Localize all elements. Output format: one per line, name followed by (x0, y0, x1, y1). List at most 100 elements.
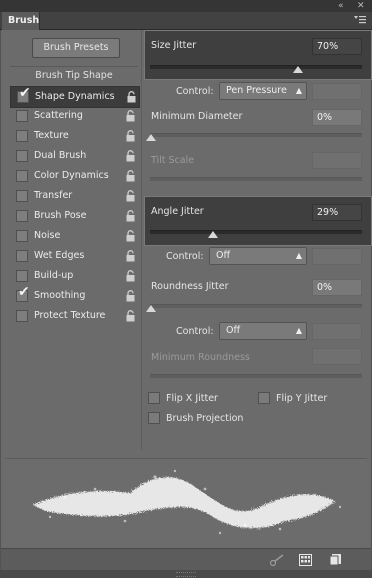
checkbox[interactable] (16, 170, 28, 182)
roundness-control-label: Control: (176, 326, 214, 337)
size-control-extra-field (312, 83, 362, 100)
checkbox[interactable] (16, 190, 28, 202)
sidebar-item-build-up[interactable]: Build-up (10, 266, 138, 286)
checkbox[interactable] (16, 230, 28, 242)
angle-jitter-slider[interactable] (150, 230, 362, 234)
roundness-jitter-slider[interactable] (150, 304, 362, 308)
sidebar-item-noise[interactable]: Noise (10, 226, 138, 246)
dropdown-arrows-icon: ▲ (295, 86, 302, 95)
stroke-preview-graphic (33, 469, 342, 535)
lock-icon[interactable] (125, 230, 136, 242)
lock-icon[interactable] (125, 250, 136, 262)
size-jitter-value[interactable]: 70% (312, 38, 362, 55)
sidebar-item-shape-dynamics[interactable]: ✔ Shape Dynamics (10, 86, 140, 108)
dropdown-arrows-icon: ▲ (295, 326, 302, 335)
min-diameter-value[interactable]: 0% (312, 109, 362, 126)
double-left-arrow-icon[interactable]: « (338, 0, 344, 12)
sidebar-item-label: Build-up (34, 270, 74, 281)
lock-icon[interactable] (125, 290, 136, 302)
sidebar-item-label: Smoothing (34, 290, 86, 301)
brush-projection-label: Brush Projection (166, 413, 244, 424)
sidebar-item-scattering[interactable]: Scattering (10, 106, 138, 126)
sidebar-item-label: Dual Brush (34, 150, 87, 161)
checkbox[interactable]: ✔ (17, 86, 31, 103)
roundness-jitter-slider-thumb[interactable] (146, 305, 156, 312)
min-diameter-slider-thumb[interactable] (146, 134, 156, 141)
angle-jitter-slider-thumb[interactable] (208, 231, 218, 238)
lock-icon[interactable] (125, 170, 136, 182)
flip-y-checkbox[interactable] (258, 392, 270, 404)
brush-tip-shape-item[interactable]: Brush Tip Shape (10, 66, 138, 85)
lock-icon[interactable] (125, 190, 136, 202)
min-diameter-slider[interactable] (150, 133, 362, 137)
size-jitter-slider-thumb[interactable] (293, 66, 303, 73)
roundness-control-extra-field (312, 323, 362, 340)
tab-brush[interactable]: Brush (2, 12, 40, 30)
min-roundness-value (312, 348, 362, 365)
resize-grip[interactable] (0, 570, 372, 578)
sidebar-item-label: Noise (34, 230, 61, 241)
sidebar-item-label: Texture (34, 130, 69, 141)
checkbox[interactable] (16, 110, 28, 122)
sidebar-item-label: Brush Pose (34, 210, 87, 221)
checkbox[interactable] (16, 150, 28, 162)
grid-icon[interactable] (299, 554, 312, 569)
sidebar-item-label: Scattering (34, 110, 83, 121)
checkbox[interactable] (16, 270, 28, 282)
size-jitter-slider[interactable] (150, 65, 362, 69)
checkmark-icon: ✔ (19, 85, 31, 101)
lock-icon[interactable] (125, 110, 136, 122)
checkbox[interactable] (16, 130, 28, 142)
sidebar-item-label: Protect Texture (34, 310, 106, 321)
lock-icon[interactable] (126, 91, 137, 103)
sidebar-item-brush-pose[interactable]: Brush Pose (10, 206, 138, 226)
checkbox[interactable]: ✔ (16, 285, 30, 302)
angle-control-label: Control: (166, 251, 204, 262)
size-control-select[interactable]: Pen Pressure ▲ (219, 82, 307, 100)
sidebar-item-transfer[interactable]: Transfer (10, 186, 138, 206)
sidebar-item-wet-edges[interactable]: Wet Edges (10, 246, 138, 266)
grip-icon (176, 572, 196, 577)
lock-icon[interactable] (125, 150, 136, 162)
flip-x-checkbox[interactable] (148, 392, 160, 404)
brush-stroke-preview (5, 458, 367, 547)
dropdown-arrows-icon: ▲ (295, 251, 302, 260)
sidebar-item-smoothing[interactable]: ✔ Smoothing (10, 285, 138, 306)
close-icon[interactable]: ✕ (357, 0, 365, 12)
size-control-label: Control: (176, 86, 214, 97)
roundness-control-select[interactable]: Off ▲ (219, 322, 307, 340)
title-bar: « ✕ (0, 0, 372, 12)
sidebar-item-texture[interactable]: Texture (10, 126, 138, 146)
brush-presets-button[interactable]: Brush Presets (32, 38, 120, 58)
tilt-scale-label: Tilt Scale (151, 155, 195, 166)
flip-y-label: Flip Y Jitter (276, 393, 328, 404)
lock-icon[interactable] (125, 210, 136, 222)
new-preset-icon[interactable] (329, 553, 342, 569)
angle-jitter-value[interactable]: 29% (312, 204, 362, 221)
min-roundness-label: Minimum Roundness (151, 352, 250, 363)
lock-icon[interactable] (125, 130, 136, 142)
checkbox[interactable] (16, 310, 28, 322)
checkbox[interactable] (16, 250, 28, 262)
lock-icon[interactable] (125, 270, 136, 282)
roundness-control-value: Off (226, 325, 241, 336)
sidebar-item-protect-texture[interactable]: Protect Texture (10, 306, 138, 326)
size-control-value: Pen Pressure (226, 85, 287, 96)
sidebar-item-label: Transfer (34, 190, 73, 201)
column-divider (141, 30, 142, 450)
angle-jitter-label: Angle Jitter (151, 206, 204, 217)
angle-control-extra-field (312, 248, 362, 265)
sidebar-item-dual-brush[interactable]: Dual Brush (10, 146, 138, 166)
roundness-jitter-value[interactable]: 0% (312, 279, 362, 296)
checkmark-icon: ✔ (18, 284, 30, 300)
brush-projection-checkbox[interactable] (148, 412, 160, 424)
panel-menu-icon[interactable] (354, 15, 366, 25)
sidebar-item-color-dynamics[interactable]: Color Dynamics (10, 166, 138, 186)
flip-x-label: Flip X Jitter (166, 393, 218, 404)
angle-control-select[interactable]: Off ▲ (209, 247, 307, 265)
checkbox[interactable] (16, 210, 28, 222)
sidebar-item-label: Shape Dynamics (35, 91, 115, 102)
toggle-live-tip-icon[interactable] (269, 554, 285, 569)
min-diameter-label: Minimum Diameter (151, 111, 243, 122)
lock-icon[interactable] (125, 310, 136, 322)
